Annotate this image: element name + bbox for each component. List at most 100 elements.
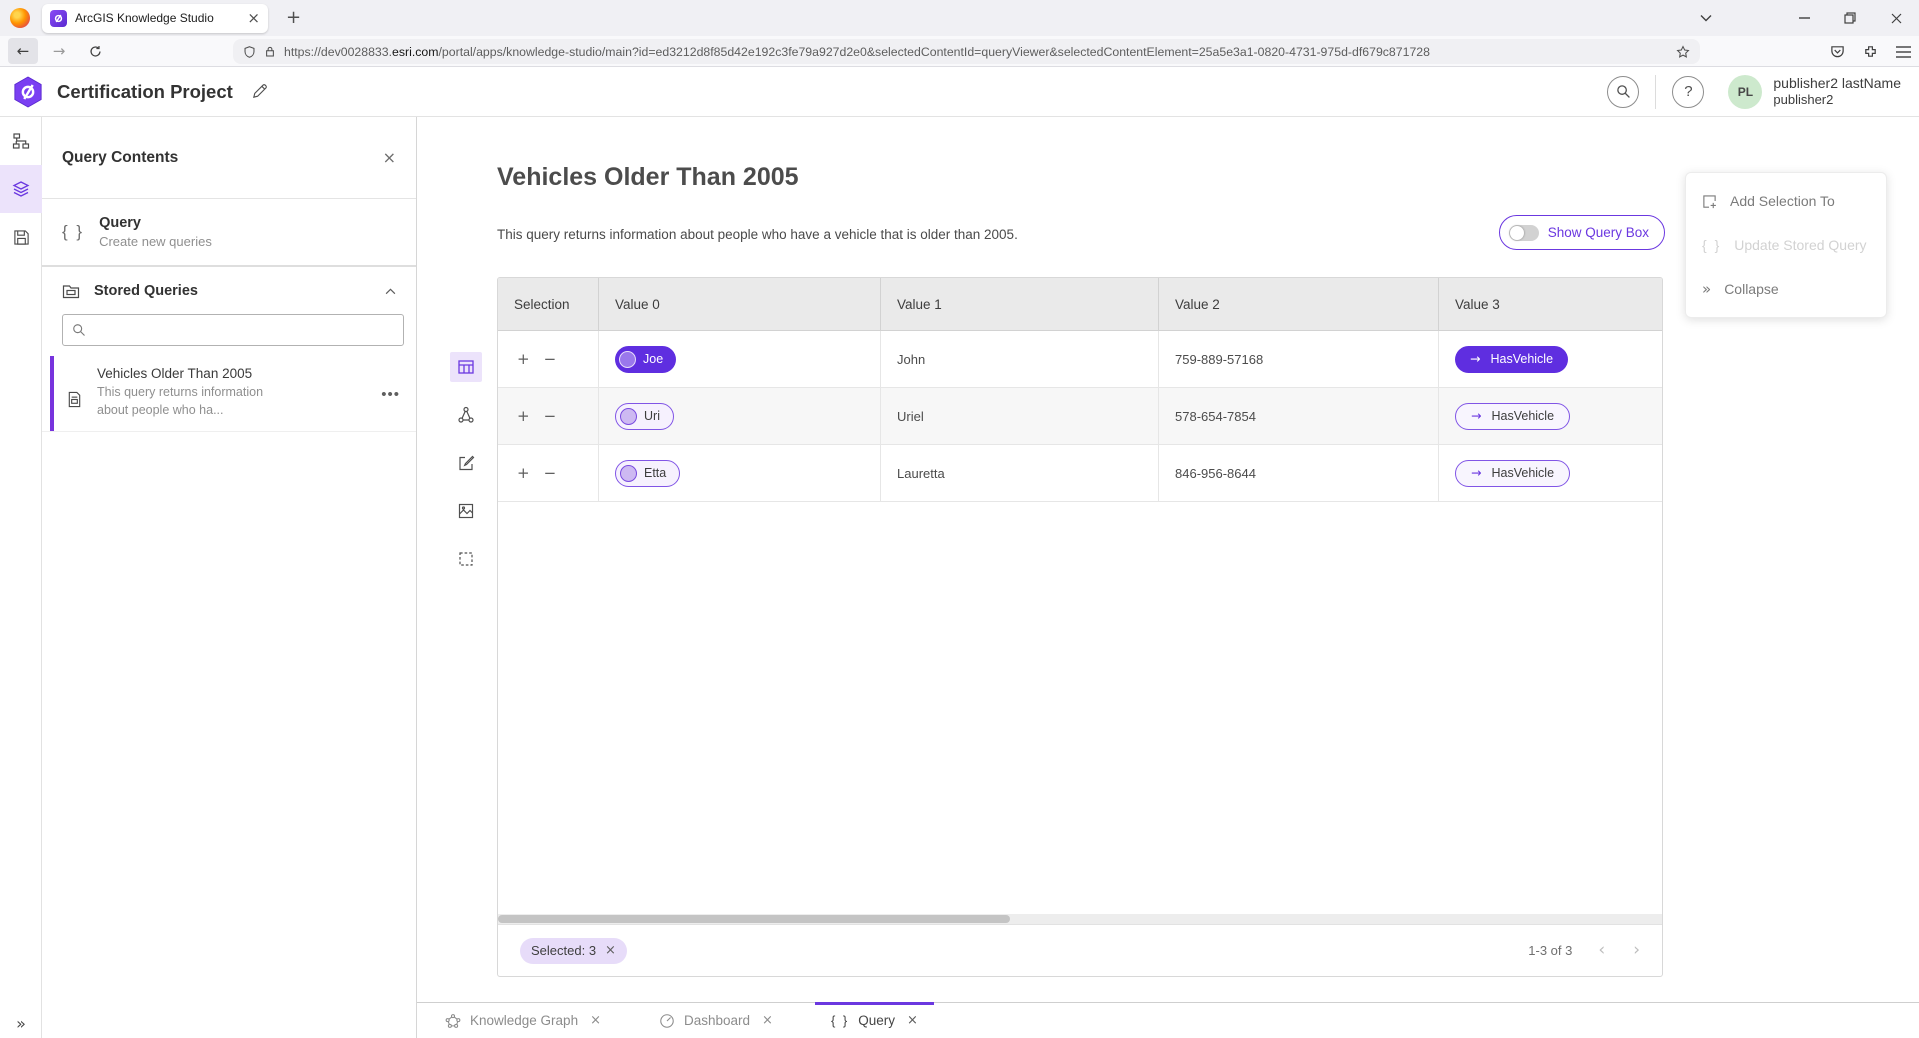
- pagination-range: 1-3 of 3: [1528, 943, 1572, 958]
- stored-query-title: Vehicles Older Than 2005: [97, 366, 277, 381]
- firefox-icon[interactable]: [10, 8, 30, 28]
- new-tab-icon[interactable]: +: [286, 9, 301, 27]
- expand-panel-icon[interactable]: »: [0, 1016, 42, 1032]
- bottom-tab-bar: Knowledge Graph × Dashboard × { } Query …: [417, 1002, 1919, 1038]
- image-view-icon[interactable]: [450, 496, 482, 526]
- help-icon[interactable]: ?: [1672, 76, 1704, 108]
- cell-value: Lauretta: [881, 445, 1159, 501]
- selected-count-chip[interactable]: Selected: 3 ×: [520, 938, 627, 964]
- tab-close-icon[interactable]: ×: [762, 1014, 773, 1027]
- new-query-subtitle: Create new queries: [99, 234, 212, 249]
- remove-from-selection-icon[interactable]: −: [544, 352, 557, 367]
- tab-knowledge-graph[interactable]: Knowledge Graph ×: [429, 1003, 617, 1038]
- reload-icon[interactable]: [80, 38, 110, 64]
- edit-view-icon[interactable]: [450, 448, 482, 478]
- chevron-up-icon[interactable]: [385, 288, 396, 295]
- user-info[interactable]: publisher2 lastName publisher2: [1773, 75, 1901, 109]
- cell-value: 759-889-57168: [1159, 331, 1439, 387]
- query-description: This query returns information about peo…: [497, 227, 1018, 242]
- stored-query-doc-icon: [66, 380, 83, 419]
- entity-pill[interactable]: Uri: [615, 403, 674, 430]
- tab-close-icon[interactable]: ×: [247, 11, 260, 26]
- panel-title: Query Contents: [62, 149, 178, 189]
- rail-contents-layers-icon[interactable]: [0, 165, 42, 213]
- edit-pencil-icon[interactable]: [251, 83, 268, 100]
- remove-from-selection-icon[interactable]: −: [544, 409, 557, 424]
- tab-dashboard[interactable]: Dashboard ×: [643, 1003, 789, 1038]
- toggle-switch[interactable]: [1509, 225, 1539, 241]
- project-title: Certification Project: [57, 81, 233, 103]
- tab-list-chevron-icon[interactable]: [1683, 0, 1729, 36]
- entity-pill[interactable]: Etta: [615, 460, 680, 487]
- menu-hamburger-icon[interactable]: [1896, 46, 1911, 58]
- url-text[interactable]: https://dev0028833.esri.com/portal/apps/…: [284, 45, 1668, 59]
- braces-icon: { }: [62, 222, 84, 242]
- entity-dot-icon: [619, 351, 636, 368]
- tracking-shield-icon[interactable]: [243, 45, 256, 59]
- new-query-item[interactable]: { } Query Create new queries: [42, 199, 416, 267]
- bookmark-star-icon[interactable]: [1676, 45, 1690, 59]
- pocket-icon[interactable]: [1830, 44, 1845, 59]
- forward-icon[interactable]: →: [44, 38, 74, 64]
- panel-close-icon[interactable]: ×: [383, 150, 396, 188]
- remove-from-selection-icon[interactable]: −: [544, 466, 557, 481]
- relationship-pill[interactable]: →HasVehicle: [1455, 403, 1570, 430]
- stored-query-item[interactable]: Vehicles Older Than 2005 This query retu…: [42, 356, 416, 432]
- table-row: + − Uri Uriel 578-654-7854 →HasVehicle: [498, 388, 1662, 445]
- entity-pill[interactable]: Joe: [615, 346, 676, 373]
- cell-value: John: [881, 331, 1159, 387]
- tab-close-icon[interactable]: ×: [907, 1014, 918, 1027]
- show-query-box-toggle[interactable]: Show Query Box: [1499, 215, 1665, 250]
- window-minimize-icon[interactable]: [1781, 0, 1827, 36]
- horizontal-scrollbar[interactable]: [498, 914, 1662, 924]
- braces-icon: { }: [831, 1013, 849, 1028]
- avatar[interactable]: PL: [1728, 75, 1762, 109]
- menu-item-update-stored-query[interactable]: { } Update Stored Query: [1686, 223, 1886, 267]
- link-chart-icon[interactable]: [450, 400, 482, 430]
- table-view-icon[interactable]: [450, 352, 482, 382]
- window-restore-icon[interactable]: [1827, 0, 1873, 36]
- clear-selection-icon[interactable]: ×: [605, 944, 616, 957]
- stored-queries-header[interactable]: Stored Queries: [42, 267, 416, 310]
- table-row: + − Etta Lauretta 846-956-8644 →HasVehic…: [498, 445, 1662, 502]
- table-row: + − Joe John 759-889-57168 →HasVehicle: [498, 331, 1662, 388]
- arrow-right-icon: →: [1470, 353, 1480, 366]
- scrollbar-thumb[interactable]: [498, 915, 1010, 923]
- add-to-selection-icon[interactable]: +: [517, 352, 530, 367]
- search-icon[interactable]: [1607, 76, 1639, 108]
- back-icon[interactable]: ←: [8, 38, 38, 64]
- tab-close-icon[interactable]: ×: [590, 1014, 601, 1027]
- url-bar[interactable]: https://dev0028833.esri.com/portal/apps/…: [233, 39, 1700, 64]
- window-close-icon[interactable]: [1873, 0, 1919, 36]
- extensions-puzzle-icon[interactable]: [1863, 44, 1878, 59]
- selection-context-menu: Add Selection To { } Update Stored Query…: [1685, 172, 1887, 318]
- tab-query[interactable]: { } Query ×: [815, 1003, 934, 1038]
- select-frame-icon[interactable]: [450, 544, 482, 574]
- stored-query-description: This query returns information about peo…: [97, 384, 277, 419]
- view-toolbar: [450, 352, 482, 574]
- column-header: Value 3: [1439, 278, 1662, 330]
- table-footer: Selected: 3 × 1-3 of 3 ‹ ›: [498, 924, 1662, 976]
- menu-item-collapse[interactable]: » Collapse: [1686, 267, 1886, 311]
- lock-icon[interactable]: [264, 45, 276, 58]
- rail-save-icon[interactable]: [0, 213, 42, 261]
- user-name: publisher2 lastName: [1773, 75, 1901, 93]
- stored-queries-search[interactable]: [62, 314, 404, 346]
- arrow-right-icon: →: [1471, 467, 1481, 480]
- relationship-pill[interactable]: →HasVehicle: [1455, 346, 1568, 373]
- menu-item-add-selection-to[interactable]: Add Selection To: [1686, 179, 1886, 223]
- stored-queries-search-input[interactable]: [94, 323, 394, 338]
- previous-page-icon[interactable]: ‹: [1598, 942, 1605, 959]
- query-contents-panel: Query Contents × { } Query Create new qu…: [42, 117, 417, 1038]
- add-to-selection-icon[interactable]: +: [517, 466, 530, 481]
- next-page-icon[interactable]: ›: [1633, 942, 1640, 959]
- browser-tab[interactable]: ArcGIS Knowledge Studio ×: [42, 4, 268, 33]
- column-header: Value 1: [881, 278, 1159, 330]
- relationship-pill[interactable]: →HasVehicle: [1455, 460, 1570, 487]
- more-options-icon[interactable]: •••: [381, 386, 400, 403]
- rail-data-model-icon[interactable]: [0, 117, 42, 165]
- add-to-selection-icon[interactable]: +: [517, 409, 530, 424]
- new-query-title: Query: [99, 215, 212, 231]
- dashboard-gauge-icon: [659, 1013, 675, 1029]
- entity-dot-icon: [620, 408, 637, 425]
